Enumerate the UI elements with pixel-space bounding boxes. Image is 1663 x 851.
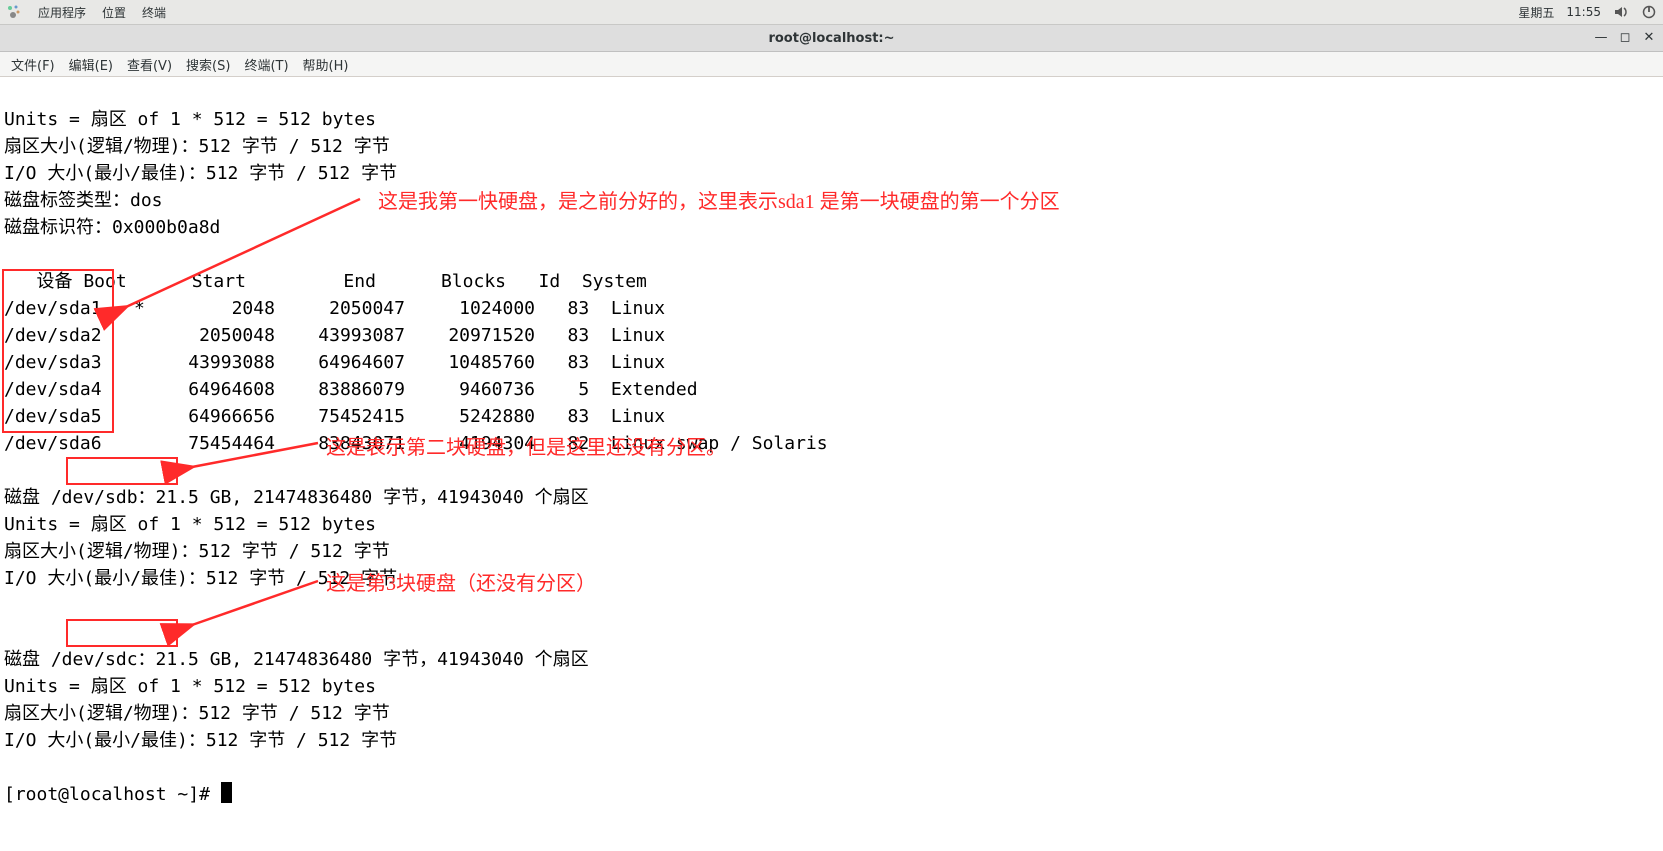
term-line: 扇区大小(逻辑/物理)：512 字节 / 512 字节 bbox=[4, 136, 390, 157]
terminal-menubar: 文件(F) 编辑(E) 查看(V) 搜索(S) 终端(T) 帮助(H) bbox=[0, 52, 1663, 77]
partition-table-header: 设备 Boot Start End Blocks Id System bbox=[4, 271, 647, 292]
shell-prompt: [root@localhost ~]# bbox=[4, 784, 221, 805]
window-title: root@localhost:~ bbox=[768, 31, 894, 46]
term-line: 扇区大小(逻辑/物理)：512 字节 / 512 字节 bbox=[4, 703, 390, 724]
top-panel: 应用程序 位置 终端 星期五 11:55 bbox=[0, 0, 1663, 25]
menu-file[interactable]: 文件(F) bbox=[4, 55, 62, 74]
panel-time[interactable]: 11:55 bbox=[1566, 5, 1601, 19]
term-line: Units = 扇区 of 1 * 512 = 512 bytes bbox=[4, 109, 376, 130]
term-line: Units = 扇区 of 1 * 512 = 512 bytes bbox=[4, 676, 376, 697]
term-line: I/O 大小(最小/最佳)：512 字节 / 512 字节 bbox=[4, 568, 397, 589]
panel-menu-places[interactable]: 位置 bbox=[102, 4, 126, 21]
term-line: I/O 大小(最小/最佳)：512 字节 / 512 字节 bbox=[4, 730, 397, 751]
term-line: Units = 扇区 of 1 * 512 = 512 bytes bbox=[4, 514, 376, 535]
menu-terminal[interactable]: 终端(T) bbox=[237, 55, 295, 74]
partition-row: /dev/sda6 75454464 83843071 4194304 82 L… bbox=[4, 433, 828, 454]
partition-row: /dev/sda4 64964608 83886079 9460736 5 Ex… bbox=[4, 379, 698, 400]
menu-search[interactable]: 搜索(S) bbox=[179, 55, 237, 74]
panel-menu-terminal[interactable]: 终端 bbox=[142, 4, 166, 21]
panel-menu-apps[interactable]: 应用程序 bbox=[38, 4, 86, 21]
menu-view[interactable]: 查看(V) bbox=[120, 55, 179, 74]
term-line: 磁盘 /dev/sdc：21.5 GB, 21474836480 字节，4194… bbox=[4, 649, 589, 670]
window-minimize-button[interactable]: — bbox=[1593, 29, 1609, 45]
partition-row: /dev/sda2 2050048 43993087 20971520 83 L… bbox=[4, 325, 665, 346]
panel-day: 星期五 bbox=[1518, 4, 1554, 21]
term-line: 磁盘 /dev/sdb：21.5 GB, 21474836480 字节，4194… bbox=[4, 487, 589, 508]
window-maximize-button[interactable]: ◻ bbox=[1617, 29, 1633, 45]
terminal-cursor bbox=[221, 782, 232, 803]
power-icon[interactable] bbox=[1641, 4, 1657, 20]
menu-help[interactable]: 帮助(H) bbox=[296, 55, 356, 74]
term-line: 磁盘标识符：0x000b0a8d bbox=[4, 217, 220, 238]
annotation-box-sdc bbox=[66, 619, 178, 647]
window-titlebar[interactable]: root@localhost:~ — ◻ ✕ bbox=[0, 25, 1663, 52]
partition-row: /dev/sda5 64966656 75452415 5242880 83 L… bbox=[4, 406, 665, 427]
annotation-box-sdb bbox=[66, 457, 178, 485]
annotation-text-1: 这是我第一快硬盘，是之前分好的，这里表示sda1 是第一块硬盘的第一个分区 bbox=[378, 189, 1060, 216]
window-close-button[interactable]: ✕ bbox=[1641, 29, 1657, 45]
gnome-foot-icon bbox=[6, 4, 22, 20]
volume-icon[interactable] bbox=[1613, 4, 1629, 20]
term-line: 磁盘标签类型：dos bbox=[4, 190, 163, 211]
term-line: 扇区大小(逻辑/物理)：512 字节 / 512 字节 bbox=[4, 541, 390, 562]
partition-row: /dev/sda3 43993088 64964607 10485760 83 … bbox=[4, 352, 665, 373]
term-line: I/O 大小(最小/最佳)：512 字节 / 512 字节 bbox=[4, 163, 397, 184]
partition-row: /dev/sda1 * 2048 2050047 1024000 83 Linu… bbox=[4, 298, 665, 319]
menu-edit[interactable]: 编辑(E) bbox=[62, 55, 120, 74]
terminal-content[interactable]: Units = 扇区 of 1 * 512 = 512 bytes 扇区大小(逻… bbox=[0, 77, 1663, 851]
